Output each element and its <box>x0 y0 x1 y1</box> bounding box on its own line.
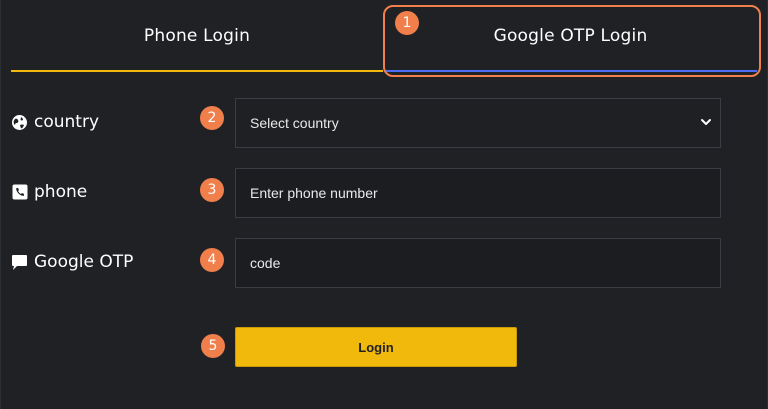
tab-google-otp-login[interactable]: Google OTP Login <box>384 0 757 72</box>
step-marker-5: 5 <box>201 334 225 358</box>
country-label-text: country <box>34 112 100 132</box>
chevron-down-icon <box>701 119 711 125</box>
phone-input-placeholder: Enter phone number <box>250 185 378 201</box>
otp-code-input-placeholder: code <box>250 255 281 271</box>
login-button-label: Login <box>358 339 394 355</box>
phone-label: phone <box>11 182 87 202</box>
tab-google-otp-login-label: Google OTP Login <box>493 26 648 46</box>
step-marker-3: 3 <box>200 178 224 202</box>
otp-label: Google OTP <box>11 252 133 272</box>
phone-input[interactable]: Enter phone number <box>235 168 721 218</box>
country-select-value: Select country <box>250 115 339 131</box>
tab-phone-login-label: Phone Login <box>143 26 251 46</box>
otp-label-text: Google OTP <box>34 252 134 272</box>
step-marker-4: 4 <box>200 248 224 272</box>
otp-code-input[interactable]: code <box>235 238 721 288</box>
country-select[interactable]: Select country <box>235 98 721 148</box>
phone-label-text: phone <box>34 182 88 202</box>
tab-phone-login[interactable]: Phone Login <box>11 0 383 72</box>
globe-icon <box>11 114 28 131</box>
tab-google-underline <box>384 70 757 72</box>
phone-icon <box>11 184 28 201</box>
country-label: country <box>11 112 99 132</box>
login-panel: Phone Login Google OTP Login 1 2 3 4 5 c… <box>0 0 768 409</box>
step-marker-2: 2 <box>200 106 224 130</box>
step-marker-1: 1 <box>395 11 419 35</box>
login-button[interactable]: Login <box>235 327 517 367</box>
tab-phone-underline <box>11 70 383 72</box>
chat-bubble-icon <box>11 254 28 271</box>
